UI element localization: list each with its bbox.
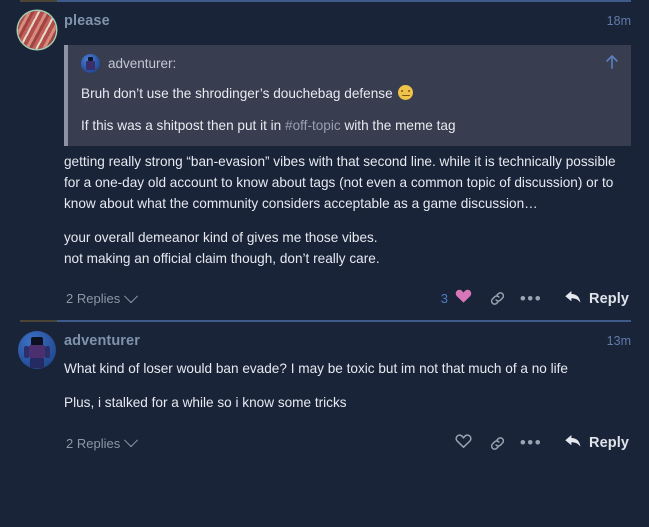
post-timestamp[interactable]: 13m bbox=[607, 331, 631, 351]
chevron-down-icon bbox=[124, 433, 139, 448]
like-button[interactable] bbox=[444, 431, 480, 456]
replies-toggle-button[interactable]: 2 Replies bbox=[64, 288, 139, 309]
quote-line-2: If this was a shitpost then put it in #o… bbox=[81, 116, 619, 136]
post-2-header: adventurer 13m bbox=[18, 330, 631, 369]
hashtag-link[interactable]: #off-topic bbox=[285, 118, 341, 133]
arrow-up-icon[interactable] bbox=[604, 53, 620, 71]
replies-label: 2 Replies bbox=[66, 435, 121, 451]
reply-label: Reply bbox=[589, 435, 629, 451]
post-2-action-bar: 2 Replies ••• Reply bbox=[64, 428, 631, 458]
chevron-down-icon bbox=[124, 288, 139, 303]
link-icon[interactable] bbox=[480, 286, 514, 312]
heart-outline-icon bbox=[455, 433, 472, 454]
post-timestamp[interactable]: 18m bbox=[607, 11, 631, 31]
like-button[interactable]: 3 bbox=[437, 286, 480, 311]
reply-button[interactable]: Reply bbox=[560, 286, 631, 312]
post-1: please 18m adventurer: Bruh don’t use th… bbox=[0, 2, 649, 320]
quote-avatar[interactable] bbox=[81, 54, 100, 73]
neutral-face-emoji bbox=[398, 85, 414, 100]
avatar[interactable] bbox=[18, 11, 56, 49]
ellipsis-glyph: ••• bbox=[519, 288, 543, 308]
post-1-header: please 18m bbox=[18, 11, 631, 49]
post-paragraph: Plus, i stalked for a while so i know so… bbox=[64, 395, 347, 411]
heart-filled-icon bbox=[455, 288, 472, 309]
avatar-figure-torso bbox=[29, 344, 45, 358]
quote-line-1-text: Bruh don’t use the shrodinger’s doucheba… bbox=[81, 86, 397, 101]
quoted-post: adventurer: Bruh don’t use the shrodinge… bbox=[64, 45, 631, 147]
post-author-username[interactable]: please bbox=[64, 11, 110, 31]
post-1-action-bar: 2 Replies 3 ••• Reply bbox=[64, 284, 631, 314]
replies-toggle-button[interactable]: 2 Replies bbox=[64, 433, 139, 454]
like-count: 3 bbox=[440, 291, 448, 307]
post-paragraph-line: not making an official claim though, don… bbox=[64, 251, 380, 267]
replies-label: 2 Replies bbox=[66, 291, 121, 307]
avatar[interactable] bbox=[18, 330, 56, 369]
quote-line-1: Bruh don’t use the shrodinger’s doucheba… bbox=[81, 84, 619, 104]
post-2: adventurer 13m What kind of loser would … bbox=[0, 322, 649, 464]
post-paragraph-group: your overall demeanor kind of gives me t… bbox=[64, 228, 631, 269]
quote-line-2-suffix: with the meme tag bbox=[340, 117, 456, 133]
post-2-body: What kind of loser would ban evade? I ma… bbox=[64, 353, 631, 414]
link-icon[interactable] bbox=[480, 430, 514, 456]
post-paragraph: getting really strong “ban-evasion” vibe… bbox=[64, 154, 616, 211]
post-author-username[interactable]: adventurer bbox=[64, 331, 140, 351]
forum-thread-page: please 18m adventurer: Bruh don’t use th… bbox=[0, 0, 649, 527]
quote-header: adventurer: bbox=[81, 54, 619, 73]
ellipsis-icon[interactable]: ••• bbox=[514, 286, 548, 312]
ellipsis-icon[interactable]: ••• bbox=[514, 430, 548, 456]
post-1-actions-right: 3 ••• Reply bbox=[437, 286, 631, 312]
avatar-figure-arm-right bbox=[45, 345, 50, 358]
quote-line-2-prefix: If this was a shitpost then put it in bbox=[81, 117, 286, 133]
reply-label: Reply bbox=[589, 290, 629, 307]
post-paragraph: What kind of loser would ban evade? I ma… bbox=[64, 360, 568, 376]
post-1-body: adventurer: Bruh don’t use the shrodinge… bbox=[64, 33, 631, 270]
reply-arrow-icon bbox=[564, 433, 582, 453]
quote-author-name[interactable]: adventurer: bbox=[108, 56, 176, 71]
reply-button[interactable]: Reply bbox=[560, 430, 631, 456]
quote-avatar-body bbox=[86, 61, 95, 70]
avatar-figure-legs bbox=[30, 357, 44, 368]
reply-arrow-icon bbox=[564, 289, 582, 309]
post-paragraph-line: your overall demeanor kind of gives me t… bbox=[64, 230, 378, 246]
post-2-actions-right: ••• Reply bbox=[444, 430, 631, 456]
ellipsis-glyph: ••• bbox=[519, 433, 543, 452]
